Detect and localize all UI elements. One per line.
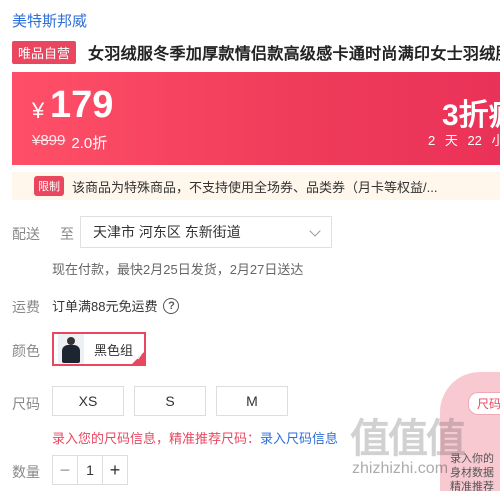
enter-size-link[interactable]: 录入尺码信息: [260, 431, 338, 446]
promo-label: 3折疯: [442, 99, 500, 132]
current-price: 179: [50, 84, 114, 126]
product-title: 女羽绒服冬季加厚款情侣款高级感卡通时尚满印女士羽绒服: [88, 46, 500, 63]
check-icon: ✓: [136, 353, 143, 362]
quantity-input[interactable]: 1: [77, 456, 103, 484]
quantity-label: 数量: [12, 464, 40, 480]
size-option-m[interactable]: M: [216, 386, 288, 416]
self-operated-badge: 唯品自营: [12, 40, 77, 64]
address-value: 天津市 河东区 东新街道: [93, 224, 241, 240]
price-banner: ¥ 179 ¥899 2.0折 3折疯 2 天 22 小时: [12, 72, 500, 165]
product-thumbnail: [58, 334, 84, 364]
freight-text: 订单满88元免运费: [52, 299, 158, 314]
watermark-logo: 值值值: [350, 417, 466, 461]
restriction-notice[interactable]: 限制 该商品为特殊商品，不支持使用全场券、品类券（月卡等权益/...: [12, 172, 500, 200]
watermark-text: zhizhizhi.com: [352, 460, 449, 477]
size-option-s[interactable]: S: [134, 386, 206, 416]
original-price: ¥899: [32, 132, 66, 149]
freight-info: 订单满88元免运费 ?: [52, 296, 180, 315]
size-label: 尺码: [12, 396, 40, 412]
currency-symbol: ¥: [32, 98, 45, 123]
delivery-estimate: 现在付款，最快2月25日发货，2月27日送达: [52, 262, 304, 277]
color-option-label: 黑色组: [94, 342, 134, 358]
quantity-minus-button[interactable]: −: [53, 456, 77, 484]
color-label: 颜色: [12, 343, 40, 359]
size-hint-text: 录入您的尺码信息，精准推荐尺码：: [52, 431, 261, 446]
discount-rate: 2.0折: [71, 135, 108, 152]
help-icon[interactable]: ?: [163, 297, 180, 314]
restriction-text: 该商品为特殊商品，不支持使用全场券、品类券（月卡等权益/...: [72, 179, 438, 195]
promo-countdown: 2 天 22 小时: [428, 133, 500, 148]
size-option-xs[interactable]: XS: [52, 386, 124, 416]
original-price-row: ¥899 2.0折: [32, 132, 107, 153]
site-watermark: 值值值 zhizhizhi.com: [348, 406, 500, 491]
chevron-down-icon: [309, 225, 321, 237]
size-recommend-hint: 录入您的尺码信息，精准推荐尺码：录入尺码信息: [52, 428, 338, 447]
restriction-badge: 限制: [34, 176, 64, 196]
brand-name[interactable]: 美特斯邦威: [12, 10, 87, 31]
address-select[interactable]: 天津市 河东区 东新街道: [80, 216, 332, 248]
quantity-plus-button[interactable]: +: [103, 456, 127, 484]
ship-to-label: 至: [60, 226, 74, 242]
quantity-stepper: − 1 +: [52, 455, 128, 485]
color-option-selected[interactable]: 黑色组 ✓: [52, 332, 146, 366]
freight-label: 运费: [12, 299, 40, 315]
shipping-label: 配送: [12, 226, 40, 242]
product-title-row: 唯品自营 女羽绒服冬季加厚款情侣款高级感卡通时尚满印女士羽绒服: [12, 40, 500, 64]
